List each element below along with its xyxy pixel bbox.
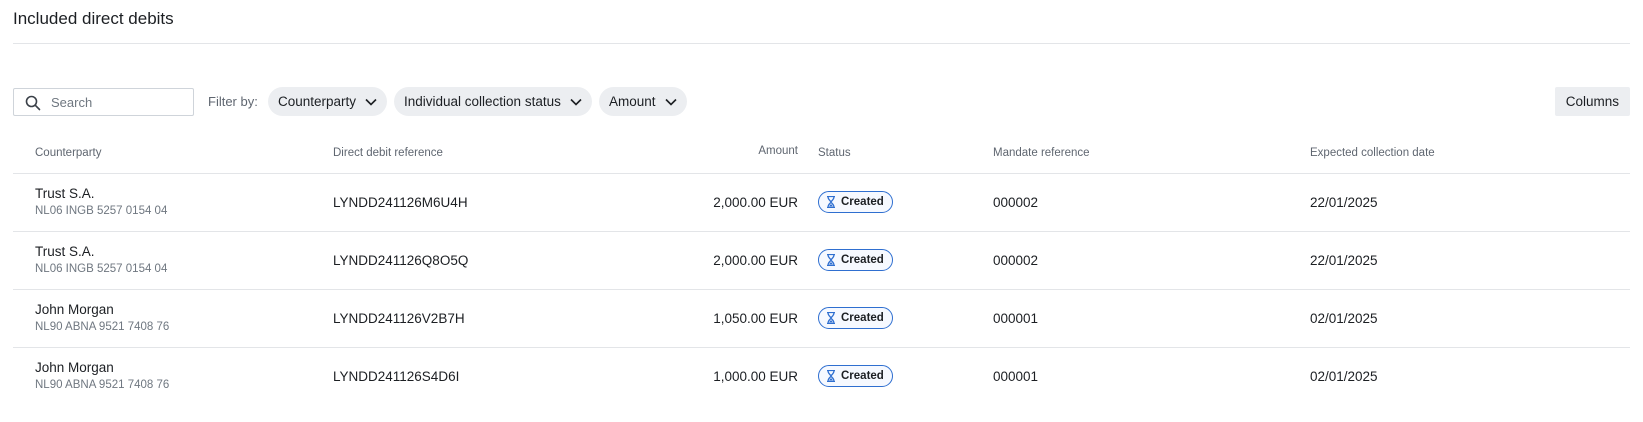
date-cell: 02/01/2025 (1310, 368, 1378, 384)
hourglass-icon (827, 312, 835, 324)
filter-label: Individual collection status (404, 94, 561, 109)
status-badge: Created (818, 191, 893, 213)
toolbar: Filter by: Counterparty Individual colle… (13, 87, 1630, 117)
date-cell: 02/01/2025 (1310, 289, 1630, 348)
counterparty-cell: Trust S.A. NL06 INGB 5257 0154 04 (13, 231, 333, 290)
amount-cell: 2,000.00 EUR (633, 173, 818, 232)
mandate-cell: 000002 (993, 231, 1310, 290)
status-cell: Created (818, 231, 993, 290)
filter-label: Counterparty (278, 94, 357, 109)
table-row[interactable]: Trust S.A. NL06 INGB 5257 0154 04 LYNDD2… (13, 231, 1630, 290)
hourglass-icon (827, 196, 835, 208)
search-input[interactable] (51, 92, 187, 112)
date-cell: 22/01/2025 (1310, 173, 1630, 232)
counterparty-name: John Morgan (35, 301, 114, 317)
filter-label: Amount (609, 94, 656, 109)
counterparty-iban: NL90 ABNA 9521 7408 76 (35, 320, 170, 333)
reference-cell: LYNDD241126Q8O5Q (333, 231, 633, 290)
amount-cell: 1,050.00 EUR (633, 289, 818, 348)
status-cell: Created (818, 173, 993, 232)
counterparty-iban: NL90 ABNA 9521 7408 76 (35, 378, 170, 391)
search-icon (25, 95, 41, 111)
search-box[interactable] (13, 88, 194, 116)
counterparty-name: John Morgan (35, 359, 114, 375)
mandate-cell: 000001 (993, 289, 1310, 348)
status-cell: Created (818, 289, 993, 348)
direct-debits-table: Counterparty Direct debit reference Amou… (13, 133, 1630, 405)
status-badge: Created (818, 249, 893, 271)
counterparty-iban: NL06 INGB 5257 0154 04 (35, 204, 168, 217)
reference-cell: LYNDD241126S4D6I (333, 368, 460, 384)
status-cell: Created (818, 347, 993, 405)
counterparty-cell: Trust S.A. NL06 INGB 5257 0154 04 (13, 173, 333, 232)
column-header-counterparty[interactable]: Counterparty (13, 133, 333, 174)
filter-by-label: Filter by: (208, 94, 258, 109)
hourglass-icon (827, 254, 835, 266)
filter-amount[interactable]: Amount (599, 87, 687, 116)
column-header-date[interactable]: Expected collection date (1310, 133, 1630, 174)
status-label: Created (841, 254, 884, 266)
filter-collection-status[interactable]: Individual collection status (394, 87, 592, 116)
mandate-cell: 000001 (993, 368, 1039, 384)
counterparty-cell: John Morgan NL90 ABNA 9521 7408 76 (13, 347, 333, 405)
reference-cell: LYNDD241126V2B7H (333, 289, 633, 348)
amount-cell: 2,000.00 EUR (633, 231, 818, 290)
included-direct-debits-panel: Included direct debits Filter by: Counte… (0, 0, 1643, 422)
status-badge: Created (818, 307, 893, 329)
hourglass-icon (827, 370, 835, 383)
status-badge: Created (818, 365, 893, 388)
reference-cell: LYNDD241126M6U4H (333, 173, 633, 232)
status-label: Created (841, 370, 884, 383)
date-cell: 22/01/2025 (1310, 231, 1630, 290)
column-header-reference[interactable]: Direct debit reference (333, 133, 633, 174)
chevron-down-icon (664, 98, 677, 106)
table-row[interactable]: John Morgan NL90 ABNA 9521 7408 76 LYNDD… (13, 289, 1630, 348)
status-label: Created (841, 196, 884, 208)
table-row[interactable]: Trust S.A. NL06 INGB 5257 0154 04 LYNDD2… (13, 173, 1630, 232)
columns-button[interactable]: Columns (1554, 87, 1630, 116)
chevron-down-icon (365, 98, 377, 106)
section-title: Included direct debits (13, 9, 174, 28)
counterparty-cell: John Morgan NL90 ABNA 9521 7408 76 (13, 289, 333, 348)
column-header-status[interactable]: Status (818, 133, 993, 174)
column-header-amount[interactable]: Amount (633, 133, 818, 174)
status-label: Created (841, 312, 884, 324)
counterparty-name: Trust S.A. (35, 243, 95, 259)
filter-counterparty[interactable]: Counterparty (268, 87, 388, 116)
column-header-mandate[interactable]: Mandate reference (993, 133, 1310, 174)
amount-cell: 1,000.00 EUR (713, 368, 798, 384)
mandate-cell: 000002 (993, 173, 1310, 232)
divider (13, 43, 1630, 44)
counterparty-iban: NL06 INGB 5257 0154 04 (35, 262, 168, 275)
table-header-row: Counterparty Direct debit reference Amou… (13, 133, 1630, 174)
chevron-down-icon (570, 98, 582, 106)
counterparty-name: Trust S.A. (35, 185, 95, 201)
table-row[interactable]: John Morgan NL90 ABNA 9521 7408 76 LYNDD… (13, 347, 1630, 405)
